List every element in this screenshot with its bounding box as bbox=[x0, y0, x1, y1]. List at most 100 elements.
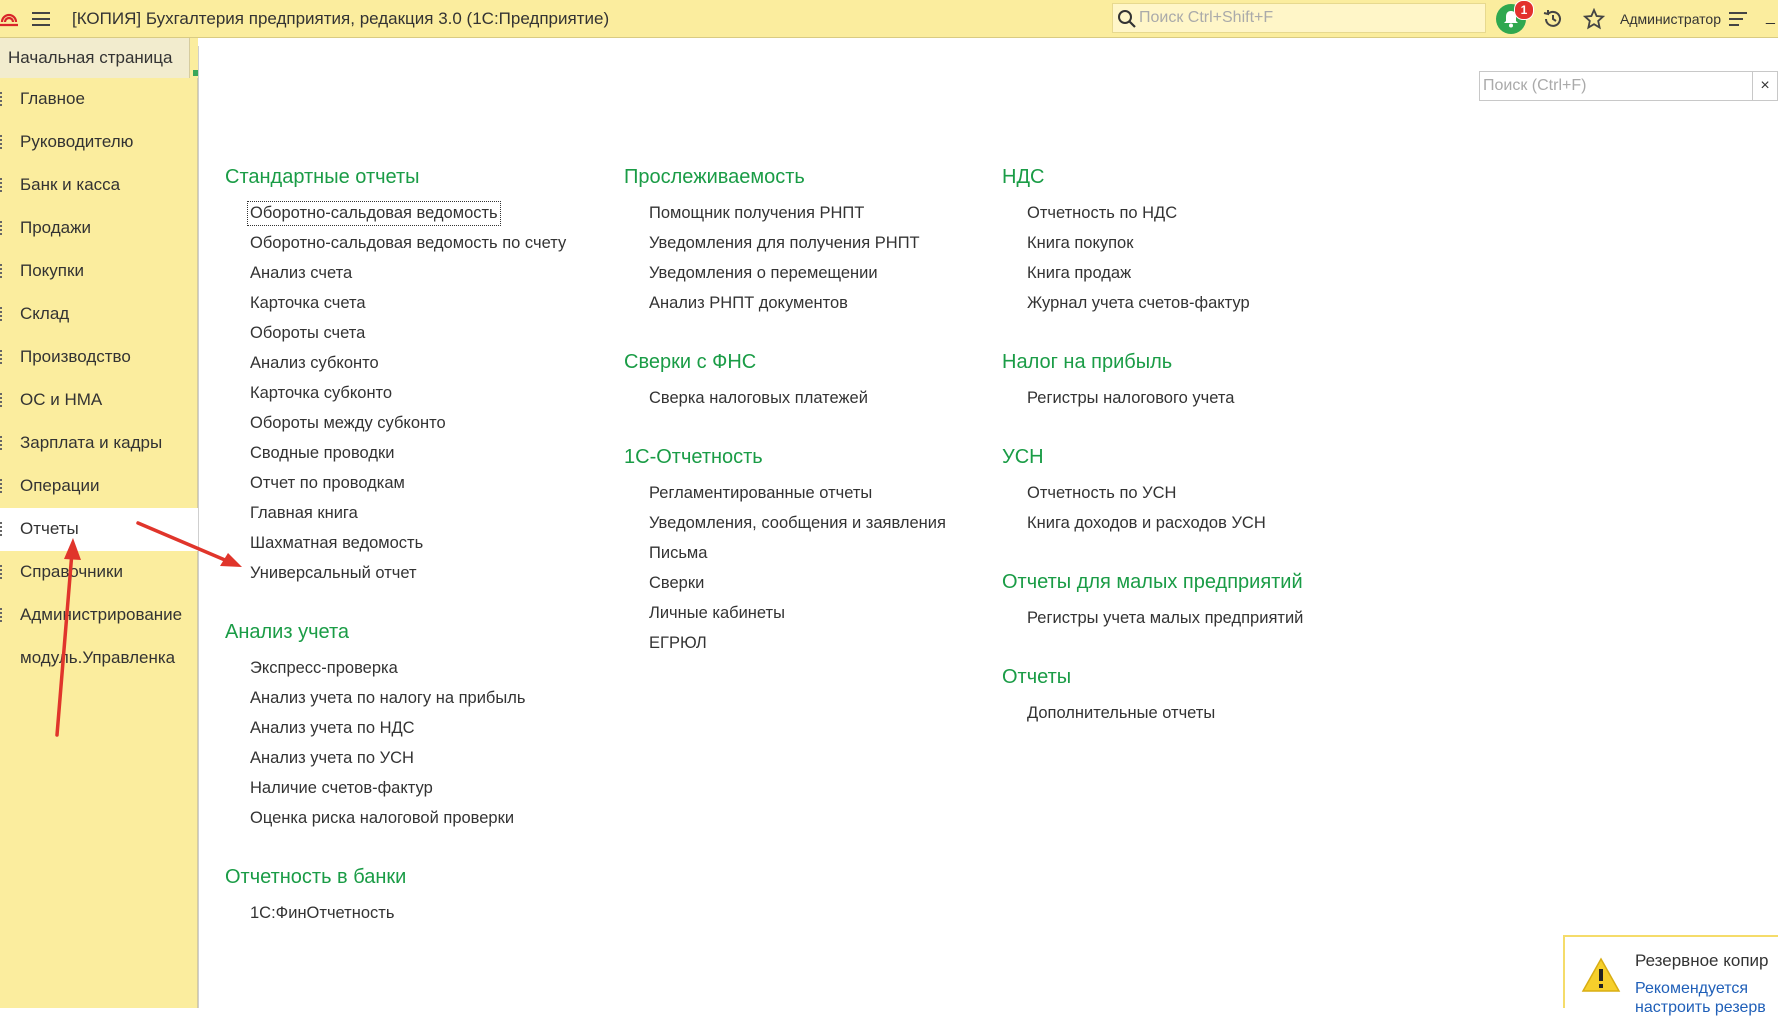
form-search-input[interactable] bbox=[1483, 75, 1743, 97]
sidebar-item-payroll[interactable]: Зарплата и кадры bbox=[0, 422, 198, 465]
current-user[interactable]: Администратор bbox=[1620, 11, 1721, 27]
group-title-traceability[interactable]: Прослеживаемость bbox=[624, 166, 805, 189]
report-link[interactable]: Книга доходов и расходов УСН bbox=[1027, 514, 1266, 533]
report-link[interactable]: Анализ субконто bbox=[250, 354, 379, 373]
report-link[interactable]: Обороты между субконто bbox=[250, 414, 446, 433]
group-title-1c-reporting[interactable]: 1С-Отчетность bbox=[624, 446, 763, 469]
report-link[interactable]: Анализ учета по НДС bbox=[250, 719, 415, 738]
sidebar-item-administration[interactable]: Администрирование bbox=[0, 594, 198, 637]
sidebar-item-manager[interactable]: Руководителю bbox=[0, 121, 198, 164]
report-link[interactable]: Отчетность по НДС bbox=[1027, 204, 1177, 223]
section-marker-icon bbox=[0, 350, 5, 364]
group-title-fns-reconciliation[interactable]: Сверки с ФНС bbox=[624, 351, 756, 374]
history-icon[interactable] bbox=[1542, 8, 1564, 30]
report-link[interactable]: Журнал учета счетов-фактур bbox=[1027, 294, 1250, 313]
report-link[interactable]: Анализ учета по налогу на прибыль bbox=[250, 689, 525, 708]
report-link[interactable]: Отчет по проводкам bbox=[250, 474, 405, 493]
report-link-universal[interactable]: Универсальный отчет bbox=[250, 564, 417, 583]
report-link[interactable]: Оборотно-сальдовая ведомость bbox=[247, 201, 501, 226]
report-link[interactable]: Книга покупок bbox=[1027, 234, 1133, 253]
report-link[interactable]: Анализ счета bbox=[250, 264, 352, 283]
report-link[interactable]: Сверка налоговых платежей bbox=[649, 389, 868, 408]
sidebar-item-bank[interactable]: Банк и касса bbox=[0, 164, 198, 207]
report-link[interactable]: Карточка субконто bbox=[250, 384, 392, 403]
report-link[interactable]: Уведомления о перемещении bbox=[649, 264, 878, 283]
report-link[interactable]: Помощник получения РНПТ bbox=[649, 204, 864, 223]
group-title-bank-reporting[interactable]: Отчетность в банки bbox=[225, 866, 406, 889]
sidebar-item-main[interactable]: Главное bbox=[0, 78, 198, 121]
report-link[interactable]: Главная книга bbox=[250, 504, 358, 523]
sidebar-item-reports[interactable]: Отчеты bbox=[0, 508, 198, 551]
section-marker-icon bbox=[0, 522, 5, 536]
global-search[interactable] bbox=[1112, 3, 1486, 33]
section-marker-icon bbox=[0, 135, 5, 149]
report-link[interactable]: Личные кабинеты bbox=[649, 604, 785, 623]
group-title-standard-reports[interactable]: Стандартные отчеты bbox=[225, 166, 420, 189]
notification-link[interactable]: Рекомендуется bbox=[1635, 980, 1748, 998]
report-link[interactable]: Шахматная ведомость bbox=[250, 534, 423, 553]
report-link[interactable]: Отчетность по УСН bbox=[1027, 484, 1176, 503]
report-link[interactable]: 1С:ФинОтчетность bbox=[250, 904, 394, 923]
report-link[interactable]: Дополнительные отчеты bbox=[1027, 704, 1215, 723]
search-icon bbox=[1118, 10, 1136, 28]
report-link[interactable]: Наличие счетов-фактур bbox=[250, 779, 433, 798]
settings-menu-icon[interactable] bbox=[1727, 8, 1749, 30]
notification-title: Резервное копир bbox=[1635, 951, 1769, 970]
section-marker-icon bbox=[0, 221, 5, 235]
main-menu-icon[interactable] bbox=[30, 8, 52, 30]
notifications-button[interactable]: 1 bbox=[1496, 0, 1534, 34]
report-link[interactable]: Регистры учета малых предприятий bbox=[1027, 609, 1303, 628]
report-link[interactable]: Письма bbox=[649, 544, 707, 563]
title-bar: [КОПИЯ] Бухгалтерия предприятия, редакци… bbox=[0, 0, 1778, 38]
report-link[interactable]: Регистры налогового учета bbox=[1027, 389, 1234, 408]
group-title-vat[interactable]: НДС bbox=[1002, 166, 1044, 189]
warning-icon bbox=[1581, 957, 1621, 992]
group-title-profit-tax[interactable]: Налог на прибыль bbox=[1002, 351, 1172, 374]
section-marker-icon bbox=[0, 178, 5, 192]
sidebar-item-label: Справочники bbox=[20, 562, 123, 581]
global-search-input[interactable] bbox=[1139, 7, 1479, 29]
report-link[interactable]: Обороты счета bbox=[250, 324, 365, 343]
report-link[interactable]: Экспресс-проверка bbox=[250, 659, 398, 678]
report-link[interactable]: Сводные проводки bbox=[250, 444, 394, 463]
sidebar-item-label: Банк и касса bbox=[20, 175, 121, 194]
group-title-accounting-analysis[interactable]: Анализ учета bbox=[225, 621, 349, 644]
sidebar-item-sales[interactable]: Продажи bbox=[0, 207, 198, 250]
sidebar-item-catalogs[interactable]: Справочники bbox=[0, 551, 198, 594]
sidebar-item-production[interactable]: Производство bbox=[0, 336, 198, 379]
report-link[interactable]: Оборотно-сальдовая ведомость по счету bbox=[250, 234, 566, 253]
sidebar-item-label: Зарплата и кадры bbox=[20, 433, 163, 452]
tab-home[interactable]: Начальная страница bbox=[0, 38, 190, 78]
sidebar-item-purchases[interactable]: Покупки bbox=[0, 250, 198, 293]
sidebar-item-label: Операции bbox=[20, 476, 100, 495]
report-link[interactable]: Книга продаж bbox=[1027, 264, 1131, 283]
report-link[interactable]: ЕГРЮЛ bbox=[649, 634, 707, 653]
favorites-star-icon[interactable] bbox=[1583, 8, 1605, 30]
sidebar-item-management-module[interactable]: модуль.Управленка bbox=[0, 637, 198, 680]
group-title-reports[interactable]: Отчеты bbox=[1002, 666, 1071, 689]
report-link[interactable]: Анализ РНПТ документов bbox=[649, 294, 848, 313]
sidebar-item-assets[interactable]: ОС и НМА bbox=[0, 379, 198, 422]
sidebar-item-label: ОС и НМА bbox=[20, 390, 103, 409]
notifications-badge: 1 bbox=[1514, 0, 1534, 20]
report-link[interactable]: Оценка риска налоговой проверки bbox=[250, 809, 514, 828]
report-link[interactable]: Регламентированные отчеты bbox=[649, 484, 872, 503]
sidebar-item-operations[interactable]: Операции bbox=[0, 465, 198, 508]
reports-panel bbox=[198, 46, 1778, 1008]
clear-search-button[interactable]: × bbox=[1753, 71, 1778, 101]
section-marker-icon bbox=[0, 393, 5, 407]
report-link[interactable]: Карточка счета bbox=[250, 294, 366, 313]
minimize-icon[interactable]: _ bbox=[1766, 8, 1775, 26]
section-marker-icon bbox=[0, 264, 5, 278]
report-link[interactable]: Анализ учета по УСН bbox=[250, 749, 414, 768]
group-title-small-business[interactable]: Отчеты для малых предприятий bbox=[1002, 571, 1303, 594]
report-link[interactable]: Сверки bbox=[649, 574, 704, 593]
notification-link-cont[interactable]: настроить резерв bbox=[1635, 999, 1766, 1017]
sidebar-item-warehouse[interactable]: Склад bbox=[0, 293, 198, 336]
sidebar-item-label: Главное bbox=[20, 89, 85, 108]
app-logo-icon bbox=[0, 13, 18, 27]
group-title-usn[interactable]: УСН bbox=[1002, 446, 1044, 469]
report-link[interactable]: Уведомления для получения РНПТ bbox=[649, 234, 920, 253]
form-search[interactable] bbox=[1479, 71, 1753, 101]
report-link[interactable]: Уведомления, сообщения и заявления bbox=[649, 514, 946, 533]
